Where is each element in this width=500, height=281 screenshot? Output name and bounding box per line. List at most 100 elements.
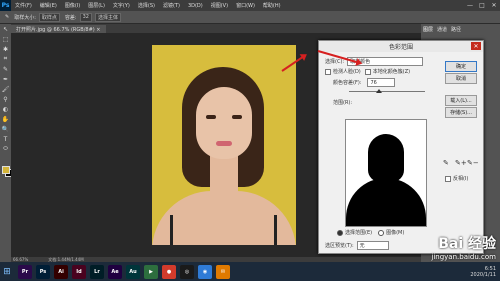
photoshop-logo: Ps <box>0 0 11 11</box>
tab-channels[interactable]: 通道 <box>437 26 447 33</box>
menu-window[interactable]: 窗口(W) <box>232 2 259 9</box>
taskbar-illustrator-icon[interactable]: Ai <box>54 264 68 279</box>
move-tool-icon[interactable]: ↖ <box>0 24 11 34</box>
hand-tool-icon[interactable]: ✋ <box>0 114 11 124</box>
selection-preview-label: 选区预览(T): <box>325 243 354 249</box>
brush-tool-icon[interactable]: 🖌 <box>0 84 11 94</box>
photo-face <box>196 87 252 159</box>
menu-file[interactable]: 文件(F) <box>11 2 36 9</box>
image-radio[interactable] <box>378 229 385 236</box>
selection-preview-select[interactable]: 无 <box>356 241 389 250</box>
fuzziness-input[interactable]: 76 <box>367 78 396 87</box>
dodge-tool-icon[interactable]: ◐ <box>0 104 11 114</box>
portrait-photo <box>152 45 296 245</box>
shape-tool-icon[interactable]: ⬭ <box>0 144 11 154</box>
watermark-url: jingyan.baidu.com <box>431 253 496 261</box>
tab-paths[interactable]: 路径 <box>451 26 461 33</box>
crop-tool-icon[interactable]: ⌗ <box>0 54 11 64</box>
watermark-logo: Bai 经验 <box>438 236 496 252</box>
photo-strap-left <box>170 215 173 245</box>
tolerance-input[interactable]: 32 <box>79 12 92 22</box>
selection-preview <box>345 119 427 227</box>
invert-checkbox[interactable] <box>445 175 451 182</box>
start-button-icon[interactable]: ⊞ <box>0 262 14 281</box>
fuzziness-slider[interactable] <box>349 89 425 93</box>
zoom-tool-icon[interactable]: 🔍 <box>0 124 11 134</box>
photo-strap-right <box>274 215 277 245</box>
lasso-tool-icon[interactable]: ✱ <box>0 44 11 54</box>
load-button[interactable]: 载入(L)... <box>445 95 477 106</box>
photo-left-eye <box>206 115 216 119</box>
close-icon[interactable]: ✕ <box>471 42 481 50</box>
color-range-dialog: 色彩范围 ✕ 选择(C): 取样颜色 检测人脸(D) 本地化颜色簇(Z) 颜色容… <box>318 40 484 254</box>
document-tab-bar: 打开照片.jpg @ 66.7% (RGB/8#) × <box>11 24 421 33</box>
menu-3d[interactable]: 3D(D) <box>184 3 207 9</box>
taskbar-audition-icon[interactable]: Au <box>126 264 140 279</box>
menu-filter[interactable]: 滤镜(T) <box>159 2 184 9</box>
sample-size-select[interactable]: 取样点 <box>38 12 60 22</box>
taskbar-aftereffects-icon[interactable]: Ae <box>108 264 122 279</box>
system-tray: 6:51 2020/1/11 <box>470 266 500 278</box>
ok-button[interactable]: 确定 <box>445 61 477 72</box>
tolerance-label: 容差: <box>64 14 77 21</box>
image-radio-label: 图像(M) <box>386 230 405 236</box>
preview-silhouette-body <box>346 178 426 226</box>
taskbar-lightroom-icon[interactable]: Lr <box>90 264 104 279</box>
photo-neck <box>210 155 238 195</box>
marquee-tool-icon[interactable]: ⬚ <box>0 34 11 44</box>
dialog-title-bar: 色彩范围 ✕ <box>319 41 483 52</box>
menu-help[interactable]: 帮助(H) <box>259 2 285 9</box>
taskbar-chrome-icon[interactable]: ◉ <box>198 264 212 279</box>
minimize-button[interactable]: — <box>464 2 476 9</box>
window-controls: — □ ✕ <box>464 2 500 9</box>
range-label: 范围(R): <box>333 100 353 106</box>
taskbar-photoshop-icon[interactable]: Ps <box>36 264 50 279</box>
menu-select[interactable]: 选择(S) <box>134 2 159 9</box>
menu-bar: Ps 文件(F) 编辑(E) 图像(I) 图层(L) 文字(Y) 选择(S) 滤… <box>0 0 500 11</box>
taskbar: ⊞ Pr Ps Ai Id Lr Ae Au ▶ ● ◎ ◉ ✉ 6:51 20… <box>0 262 500 281</box>
taskbar-app-icon[interactable]: ● <box>162 264 176 279</box>
menu-layer[interactable]: 图层(L) <box>84 2 109 9</box>
fuzziness-label: 颜色容差(F): <box>333 80 362 86</box>
add-eyedropper-icon[interactable]: ✎+ <box>455 159 467 167</box>
baidu-watermark: Bai 经验 jingyan.baidu.com <box>431 233 496 261</box>
document-tab[interactable]: 打开照片.jpg @ 66.7% (RGB/8#) × <box>11 25 106 33</box>
maximize-button[interactable]: □ <box>476 2 488 9</box>
localized-clusters-checkbox[interactable] <box>364 68 371 75</box>
photo-lips <box>216 141 232 146</box>
pen-tool-icon[interactable]: ✒ <box>0 74 11 84</box>
taskbar-indesign-icon[interactable]: Id <box>72 264 86 279</box>
tools-panel: ↖ ⬚ ✱ ⌗ ✎ ✒ 🖌 ⚲ ◐ ✋ 🔍 T ⬭ <box>0 24 13 262</box>
taskbar-premiere-icon[interactable]: Pr <box>18 264 32 279</box>
eyedropper-icon[interactable]: ✎ <box>443 159 449 167</box>
fuzziness-slider-thumb[interactable] <box>376 89 382 93</box>
selection-radio-label: 选择范围(E) <box>345 230 373 236</box>
eyedropper-tool-icon: ✎ <box>5 14 10 20</box>
taskbar-mail-icon[interactable]: ✉ <box>216 264 230 279</box>
menu-view[interactable]: 视图(V) <box>207 2 232 9</box>
menu-image[interactable]: 图像(I) <box>61 2 84 9</box>
select-label: 选择(C): <box>325 59 345 65</box>
save-button[interactable]: 存储(S)... <box>445 107 477 118</box>
close-window-button[interactable]: ✕ <box>488 2 500 9</box>
taskbar-qq-icon[interactable]: ◎ <box>180 264 194 279</box>
menu-edit[interactable]: 编辑(E) <box>36 2 61 9</box>
eyedropper-icon[interactable]: ✎ <box>0 64 11 74</box>
preview-silhouette-head <box>368 134 404 182</box>
select-subject-button[interactable]: 选择主体 <box>94 12 121 22</box>
type-tool-icon[interactable]: T <box>0 134 11 144</box>
selection-radio[interactable] <box>337 229 343 236</box>
photo-right-eye <box>232 115 242 119</box>
foreground-color-swatch[interactable] <box>2 166 10 174</box>
menu-type[interactable]: 文字(Y) <box>109 2 134 9</box>
stamp-tool-icon[interactable]: ⚲ <box>0 94 11 104</box>
subtract-eyedropper-icon[interactable]: ✎− <box>467 159 479 167</box>
detect-faces-label: 检测人脸(D) <box>333 69 361 75</box>
dialog-title: 色彩范围 <box>388 44 413 51</box>
tab-layers[interactable]: 图层 <box>423 26 433 33</box>
detect-faces-checkbox[interactable] <box>325 68 331 75</box>
invert-label: 反相(I) <box>453 176 469 182</box>
taskbar-media-icon[interactable]: ▶ <box>144 264 158 279</box>
clock-date: 2020/1/11 <box>470 271 496 278</box>
cancel-button[interactable]: 取消 <box>445 73 477 84</box>
